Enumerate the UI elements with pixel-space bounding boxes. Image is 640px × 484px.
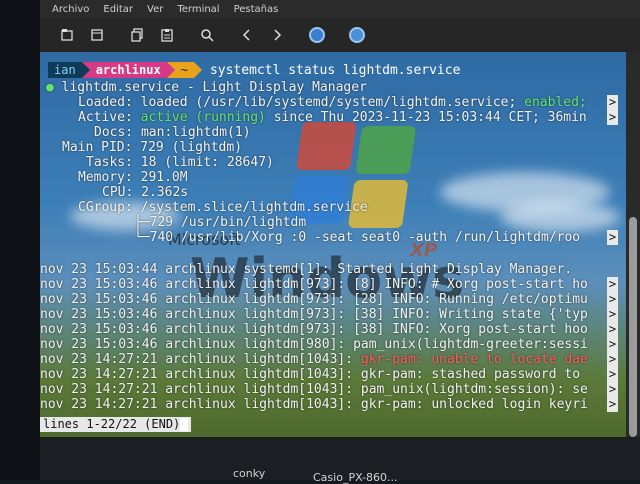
windows-logo — [287, 122, 422, 232]
status-active: Active: active (running) since Thu 2023-… — [78, 110, 587, 125]
log-line: nov 23 14:27:21 archlinux lightdm[1043]:… — [40, 367, 581, 382]
cgroup-tree-line: ├─729 /usr/bin/lightdm — [134, 215, 307, 230]
new-window-icon[interactable] — [84, 22, 110, 48]
paste-icon[interactable] — [154, 22, 180, 48]
log-line: nov 23 15:03:46 archlinux lightdm[973]: … — [40, 277, 588, 292]
prompt-dir: ~ — [174, 62, 194, 78]
truncation-marker: > — [607, 277, 618, 292]
status-tasks: Tasks: 18 (limit: 28647) — [86, 155, 274, 170]
truncation-marker: > — [607, 367, 618, 382]
log-line: nov 23 15:03:46 archlinux lightdm[973]: … — [40, 292, 588, 307]
prompt-host: archlinux — [89, 62, 167, 78]
log-line: nov 23 15:03:46 archlinux lightdm[980]: … — [40, 337, 588, 352]
log-line-error: nov 23 14:27:21 archlinux lightdm[1043]:… — [40, 352, 588, 367]
terminal-scrollbar[interactable] — [626, 52, 640, 437]
truncation-marker: > — [607, 307, 618, 322]
status-unit-line: ● lightdm.service - Light Display Manage… — [46, 80, 367, 95]
truncation-marker: > — [607, 337, 618, 352]
truncation-marker: > — [607, 292, 618, 307]
menu-item-pestanas[interactable]: Pestañas — [234, 4, 279, 15]
search-icon[interactable] — [194, 22, 220, 48]
cgroup-tree-line: └─740 /usr/lib/Xorg :0 -seat seat0 -auth… — [134, 230, 581, 245]
previous-icon[interactable] — [234, 22, 260, 48]
truncation-marker: > — [607, 95, 618, 110]
desktop-area: conky Casio_PX-860... — [40, 437, 640, 484]
menu-item-ver[interactable]: Ver — [147, 4, 163, 15]
shell-prompt: ian archlinux ~ systemctl status lightdm… — [48, 62, 460, 78]
truncation-marker: > — [607, 397, 618, 412]
menu-item-archivo[interactable]: Archivo — [52, 4, 89, 15]
log-line: nov 23 14:27:21 archlinux lightdm[1043]:… — [40, 397, 588, 412]
log-line: nov 23 14:27:21 archlinux lightdm[1043]:… — [40, 382, 588, 397]
menu-item-editar[interactable]: Editar — [103, 4, 133, 15]
text-cursor — [180, 418, 189, 431]
log-line: nov 23 15:03:46 archlinux lightdm[973]: … — [40, 307, 588, 322]
screen-bezel — [0, 0, 40, 480]
truncation-marker: > — [607, 322, 618, 337]
desktop-icon-label[interactable]: conky — [233, 467, 265, 480]
prompt-command: systemctl status lightdm.service — [209, 62, 461, 78]
truncation-marker: > — [607, 382, 618, 397]
scrollbar-thumb[interactable] — [629, 217, 637, 437]
status-memory: Memory: 291.0M — [78, 170, 188, 185]
pager-status: lines 1-22/22 (END) — [40, 417, 192, 432]
terminal-view[interactable]: Microsoft Windows XP ian archlinux ~ sys… — [40, 52, 640, 437]
status-main-pid: Main PID: 729 (lightdm) — [62, 140, 243, 155]
status-cgroup: CGroup: /system.slice/lightdm.service — [78, 200, 368, 215]
log-line: nov 23 15:03:46 archlinux lightdm[973]: … — [40, 322, 588, 337]
copy-icon[interactable] — [124, 22, 150, 48]
truncation-marker: > — [607, 110, 618, 125]
toolbar — [40, 18, 640, 52]
menu-item-terminal[interactable]: Terminal — [177, 4, 219, 15]
truncation-marker: > — [607, 352, 618, 367]
log-line: nov 23 15:03:44 archlinux systemd[1]: St… — [40, 262, 573, 277]
session-icon[interactable] — [304, 22, 330, 48]
wallpaper-cloud — [500, 202, 620, 232]
status-loaded: Loaded: loaded (/usr/lib/systemd/system/… — [78, 95, 587, 110]
status-cpu: CPU: 2.362s — [102, 185, 189, 200]
truncation-marker: > — [607, 230, 618, 245]
menu-bar: Archivo Editar Ver Terminal Pestañas — [40, 0, 640, 18]
next-icon[interactable] — [264, 22, 290, 48]
settings-icon[interactable] — [344, 22, 370, 48]
status-docs: Docs: man:lightdm(1) — [94, 125, 251, 140]
desktop-icon-label[interactable]: Casio_PX-860... — [313, 471, 398, 484]
prompt-user: ian — [48, 62, 82, 78]
new-tab-icon[interactable] — [54, 22, 80, 48]
